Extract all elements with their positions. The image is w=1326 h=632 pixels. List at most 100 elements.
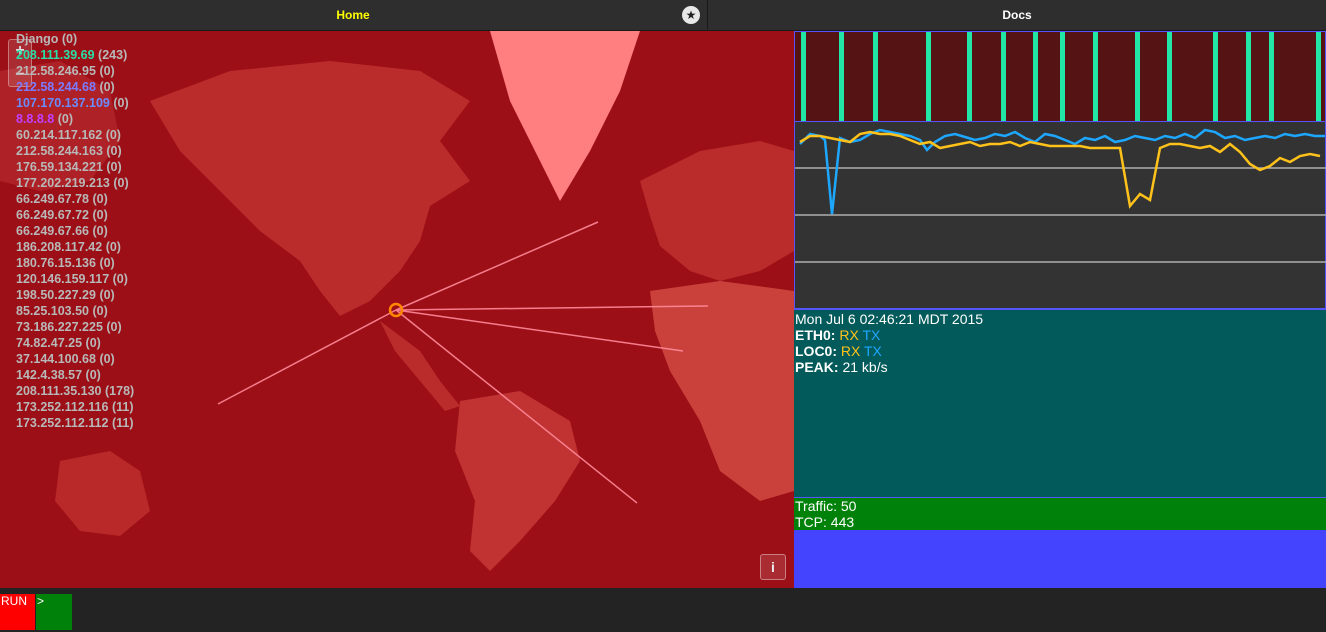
host-count: (11) bbox=[111, 400, 134, 414]
host-list-item[interactable]: 212.58.246.95 (0) bbox=[16, 63, 134, 79]
peak-value: 21 kb/s bbox=[842, 359, 888, 375]
host-count: (0) bbox=[92, 192, 108, 206]
right-panel: Mon Jul 6 02:46:21 MDT 2015 ETH0: RX TX … bbox=[794, 31, 1326, 588]
host-address: 212.58.244.163 bbox=[16, 144, 103, 158]
tx-series-line bbox=[799, 128, 1325, 215]
activity-pulse-panel bbox=[794, 31, 1326, 122]
activity-pulse-bar bbox=[1246, 32, 1251, 121]
traffic-count: Traffic: 50 bbox=[795, 498, 857, 514]
tab-home[interactable]: Home bbox=[0, 0, 706, 30]
host-list-item[interactable]: 66.249.67.66 (0) bbox=[16, 223, 134, 239]
host-address: 173.252.112.116 bbox=[16, 400, 109, 414]
run-button[interactable]: RUN bbox=[0, 594, 35, 630]
activity-pulse-bar bbox=[1033, 32, 1038, 121]
host-list-item[interactable]: 173.252.112.116 (11) bbox=[16, 399, 134, 415]
host-list-item[interactable]: 208.111.39.69 (243) bbox=[16, 47, 134, 63]
eth0-label: ETH0: bbox=[795, 327, 836, 343]
host-list-item[interactable]: 107.170.137.109 (0) bbox=[16, 95, 134, 111]
host-list-item[interactable]: 120.146.159.117 (0) bbox=[16, 271, 134, 287]
host-list-item[interactable]: 73.186.227.225 (0) bbox=[16, 319, 134, 335]
host-list-item[interactable]: 60.214.117.162 (0) bbox=[16, 127, 134, 143]
host-list-item[interactable]: 173.252.112.112 (11) bbox=[16, 415, 134, 431]
datetime-text: Mon Jul 6 02:46:21 MDT 2015 bbox=[795, 311, 984, 327]
peak-label: PEAK: bbox=[795, 359, 839, 375]
host-count: (0) bbox=[57, 112, 73, 126]
top-nav-bar: Home ★ Docs bbox=[0, 0, 1326, 31]
bandwidth-graph-svg bbox=[795, 128, 1326, 263]
host-list-item[interactable]: Django (0) bbox=[16, 31, 134, 47]
host-address: 186.208.117.42 bbox=[16, 240, 103, 254]
host-address: 120.146.159.117 bbox=[16, 272, 110, 286]
host-address: 177.202.219.213 bbox=[16, 176, 110, 190]
host-address: 176.59.134.221 bbox=[16, 160, 103, 174]
host-list-item[interactable]: 74.82.47.25 (0) bbox=[16, 335, 134, 351]
host-address: 74.82.47.25 bbox=[16, 336, 83, 350]
host-count: (0) bbox=[99, 256, 115, 270]
activity-pulse-bar bbox=[926, 32, 931, 121]
host-list-item[interactable]: 176.59.134.221 (0) bbox=[16, 159, 134, 175]
host-address: 37.144.100.68 bbox=[16, 352, 96, 366]
host-list-item[interactable]: 212.58.244.163 (0) bbox=[16, 143, 134, 159]
rx-series-line bbox=[799, 130, 1321, 209]
host-count: (0) bbox=[85, 368, 101, 382]
bottom-bar: RUN > bbox=[0, 588, 1326, 632]
host-address: 212.58.246.95 bbox=[16, 64, 96, 78]
host-list-item[interactable]: 208.111.35.130 (178) bbox=[16, 383, 134, 399]
host-address: 180.76.15.136 bbox=[16, 256, 96, 270]
star-icon[interactable]: ★ bbox=[682, 6, 700, 24]
host-address: 85.25.103.50 bbox=[16, 304, 89, 318]
host-address: 198.50.227.29 bbox=[16, 288, 96, 302]
loc0-line: LOC0: RX TX bbox=[795, 343, 1325, 359]
activity-pulse-bar bbox=[801, 32, 806, 121]
host-list-item[interactable]: 177.202.219.213 (0) bbox=[16, 175, 134, 191]
host-count: (0) bbox=[99, 64, 115, 78]
info-button[interactable]: i bbox=[760, 554, 786, 580]
host-list-item[interactable]: 37.144.100.68 (0) bbox=[16, 351, 134, 367]
host-address: 208.111.39.69 bbox=[16, 48, 95, 62]
host-count: (0) bbox=[112, 272, 128, 286]
host-list-item[interactable]: 66.249.67.72 (0) bbox=[16, 207, 134, 223]
host-address: 107.170.137.109 bbox=[16, 96, 110, 110]
loc0-rx-legend: RX bbox=[840, 343, 861, 359]
blue-panel bbox=[794, 530, 1326, 588]
world-map[interactable]: + − Django (0) 208.111.39.69 (243) 212.58.… bbox=[0, 31, 794, 588]
bandwidth-graph bbox=[794, 122, 1326, 309]
host-address: 60.214.117.162 bbox=[16, 128, 103, 142]
activity-pulse-bar bbox=[839, 32, 844, 121]
host-count: (0) bbox=[106, 144, 122, 158]
host-list-item[interactable]: 198.50.227.29 (0) bbox=[16, 287, 134, 303]
eth0-tx-legend: TX bbox=[862, 327, 881, 343]
host-count: (0) bbox=[113, 176, 129, 190]
eth0-line: ETH0: RX TX bbox=[795, 327, 1325, 343]
host-address: 142.4.38.57 bbox=[16, 368, 83, 382]
command-prompt-button[interactable]: > bbox=[36, 594, 72, 630]
host-list-item[interactable]: 186.208.117.42 (0) bbox=[16, 239, 134, 255]
activity-pulse-bar bbox=[967, 32, 972, 121]
host-address: 8.8.8.8 bbox=[16, 112, 55, 126]
host-address: Django bbox=[16, 32, 59, 46]
activity-pulse-bar bbox=[1093, 32, 1098, 121]
host-list-item[interactable]: 212.58.244.68 (0) bbox=[16, 79, 134, 95]
host-count: (178) bbox=[105, 384, 135, 398]
traffic-panel: Traffic: 50 TCP: 443 bbox=[794, 497, 1326, 530]
host-count: (0) bbox=[105, 128, 121, 142]
host-list-item[interactable]: 142.4.38.57 (0) bbox=[16, 367, 134, 383]
host-list-item[interactable]: 66.249.67.78 (0) bbox=[16, 191, 134, 207]
host-count: (0) bbox=[105, 240, 121, 254]
host-address: 173.252.112.112 bbox=[16, 416, 109, 430]
host-list-item[interactable]: 8.8.8.8 (0) bbox=[16, 111, 134, 127]
host-list-item[interactable]: 85.25.103.50 (0) bbox=[16, 303, 134, 319]
host-count: (0) bbox=[99, 352, 115, 366]
tcp-count: TCP: 443 bbox=[795, 514, 855, 530]
tab-docs[interactable]: Docs bbox=[707, 0, 1326, 30]
activity-pulse-bar bbox=[1060, 32, 1065, 121]
activity-pulse-bar bbox=[1001, 32, 1006, 121]
host-count: (0) bbox=[85, 336, 101, 350]
activity-pulse-bar bbox=[1213, 32, 1218, 121]
peak-line: PEAK: 21 kb/s bbox=[795, 359, 1325, 375]
activity-pulse-bar bbox=[1269, 32, 1274, 121]
host-list-item[interactable]: 180.76.15.136 (0) bbox=[16, 255, 134, 271]
host-count: (0) bbox=[99, 80, 115, 94]
host-address: 73.186.227.225 bbox=[16, 320, 103, 334]
host-count: (11) bbox=[111, 416, 134, 430]
